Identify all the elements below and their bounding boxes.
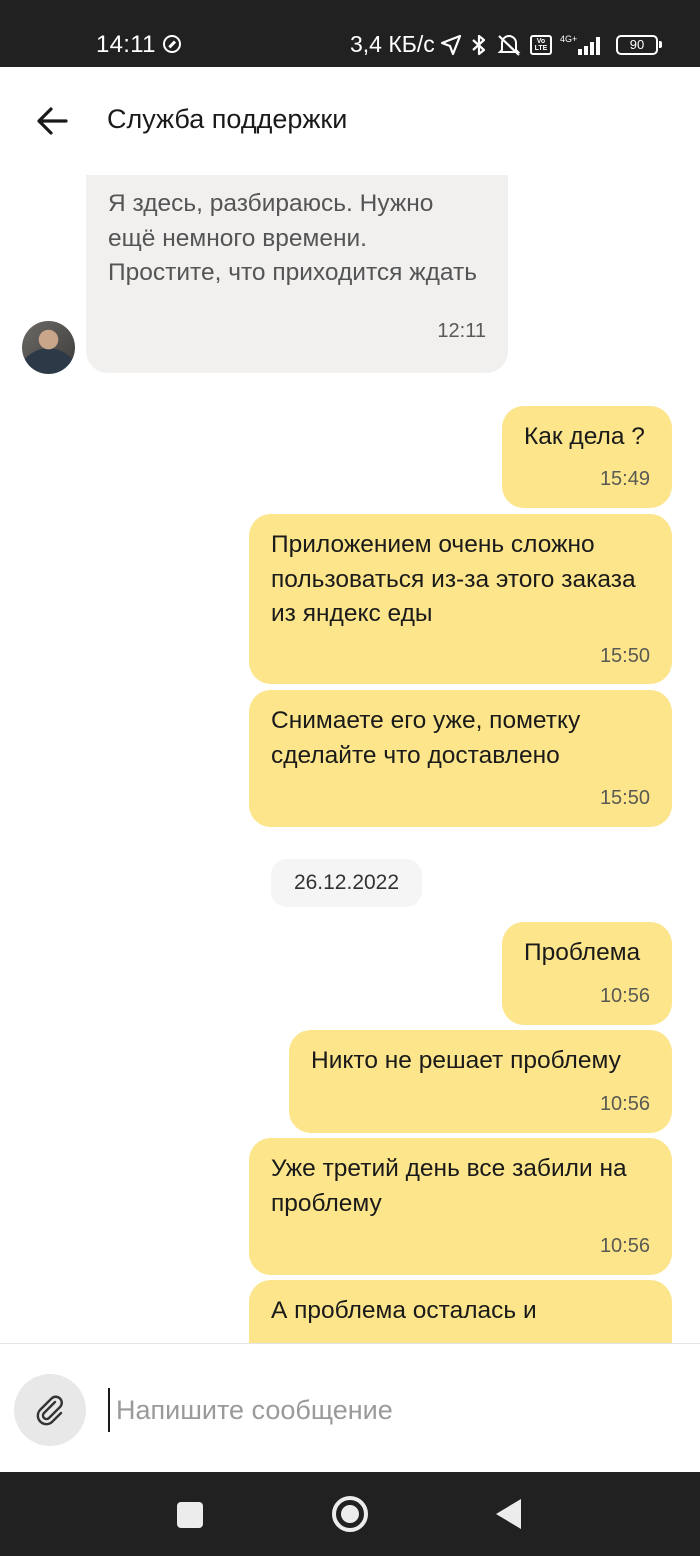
- message-time: 15:50: [599, 787, 650, 809]
- date-separator: 26.12.2022: [271, 859, 422, 907]
- vpn-shield-icon: [163, 35, 181, 53]
- message-outgoing: Никто не решает проблему 10:56: [289, 1030, 672, 1133]
- message-outgoing: Снимаете его уже, пометку сделайте что д…: [249, 690, 672, 827]
- message-text: Приложением очень сложно пользоваться из…: [271, 531, 636, 627]
- message-time: 12:11: [437, 320, 486, 342]
- message-text: Проблема: [524, 939, 641, 966]
- message-input[interactable]: [108, 1388, 668, 1432]
- message-text: Я здесь, разбираюсь. Нужно ещё немного в…: [108, 190, 477, 286]
- volte-icon: Vo LTE: [530, 35, 552, 55]
- muted-alarm-icon: [496, 33, 522, 57]
- message-time: 15:49: [599, 468, 650, 490]
- message-text: Уже третий день все забили на проблему: [271, 1155, 627, 1217]
- back-triangle-icon[interactable]: [496, 1499, 521, 1529]
- message-text: Никто не решает проблему: [311, 1047, 621, 1074]
- message-text: А проблема осталась и: [271, 1297, 537, 1324]
- battery-icon: 90: [616, 35, 662, 55]
- message-time: 10:56: [599, 985, 650, 1007]
- signal-icon: 4G+: [560, 34, 604, 56]
- chat-header: Служба поддержки: [0, 67, 700, 175]
- network-speed: 3,4 КБ/с: [350, 31, 435, 57]
- paperclip-icon: [36, 1395, 63, 1426]
- composer: [0, 1343, 700, 1472]
- system-nav-bar: [0, 1472, 700, 1556]
- recents-square-icon[interactable]: [177, 1502, 203, 1528]
- network-type-label: 4G+: [560, 34, 577, 44]
- message-outgoing: Проблема 10:56: [502, 922, 672, 1025]
- message-time: 10:56: [599, 1235, 650, 1257]
- bluetooth-icon: [470, 33, 488, 57]
- arrow-left-icon[interactable]: [34, 103, 74, 139]
- message-outgoing: А проблема осталась и: [249, 1280, 672, 1343]
- message-time: 10:56: [599, 1093, 650, 1115]
- page-title: Служба поддержки: [107, 104, 348, 134]
- status-icons: Vo LTE 4G+ 90: [440, 30, 662, 60]
- message-incoming: Я здесь, разбираюсь. Нужно ещё немного в…: [86, 175, 508, 373]
- message-outgoing: Как дела ? 15:49: [502, 406, 672, 508]
- agent-avatar: [22, 321, 75, 374]
- attach-button[interactable]: [14, 1374, 86, 1446]
- message-list[interactable]: Я здесь, разбираюсь. Нужно ещё немного в…: [0, 175, 700, 1343]
- message-text: Снимаете его уже, пометку сделайте что д…: [271, 707, 581, 769]
- message-outgoing: Уже третий день все забили на проблему 1…: [249, 1138, 672, 1275]
- message-outgoing: Приложением очень сложно пользоваться из…: [249, 514, 672, 684]
- status-time: 14:11: [96, 31, 156, 58]
- message-time: 15:50: [599, 645, 650, 667]
- home-circle-icon[interactable]: [332, 1496, 368, 1532]
- message-text: Как дела ?: [524, 423, 645, 450]
- status-bar: 14:11 3,4 КБ/с Vo LTE 4G+ 90: [0, 0, 700, 67]
- location-arrow-icon: [440, 34, 462, 56]
